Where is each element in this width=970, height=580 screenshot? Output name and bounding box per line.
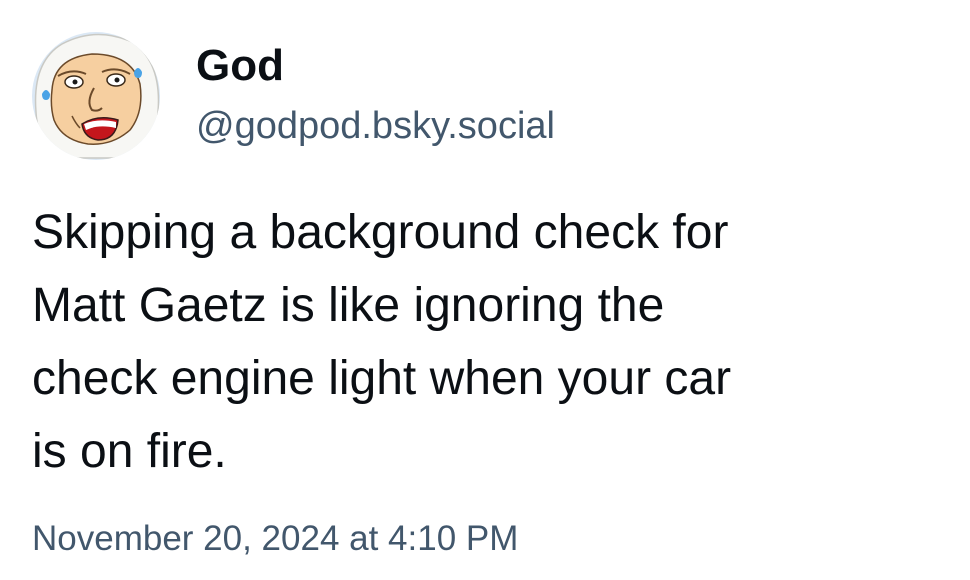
post-card: God @godpod.bsky.social Skipping a backg… <box>0 0 970 580</box>
author-display-name[interactable]: God <box>196 38 284 94</box>
post-text: Skipping a background check for Matt Gaet… <box>32 196 932 488</box>
post-timestamp[interactable]: November 20, 2024 at 4:10 PM <box>32 515 518 563</box>
post-text-line: Matt Gaetz is like ignoring the <box>32 279 665 332</box>
post-text-line: is on fire. <box>32 425 227 478</box>
author-avatar[interactable] <box>32 32 160 160</box>
cartoon-god-avatar-icon <box>32 32 160 160</box>
post-text-line: check engine light when your car <box>32 352 732 405</box>
author-handle[interactable]: @godpod.bsky.social <box>196 100 555 152</box>
post-text-line: Skipping a background check for <box>32 206 729 259</box>
